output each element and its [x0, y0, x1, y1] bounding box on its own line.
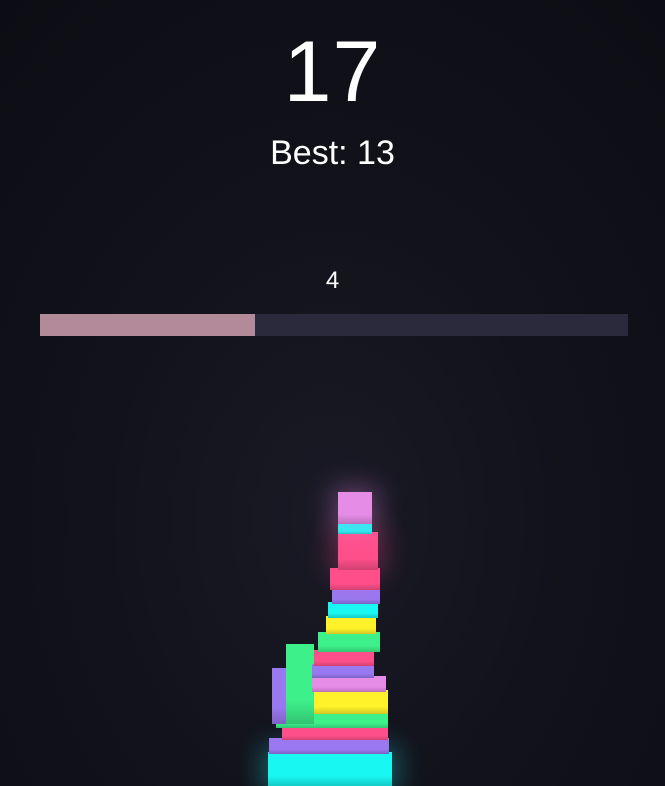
game-screen[interactable]: 17 Best: 13 4 — [0, 0, 665, 786]
block-tower — [0, 0, 665, 786]
tower-block — [318, 632, 380, 652]
tower-block — [338, 524, 372, 534]
tower-block — [312, 664, 374, 678]
tower-block — [312, 676, 386, 692]
tower-block — [269, 738, 389, 754]
tower-block — [332, 588, 380, 604]
tower-block — [338, 532, 378, 570]
tower-block — [286, 644, 314, 724]
tower-block — [328, 602, 378, 618]
tower-block — [314, 650, 374, 666]
tower-block — [338, 492, 372, 524]
tower-block — [326, 616, 376, 634]
tower-block — [282, 726, 388, 740]
tower-block — [268, 752, 392, 786]
tower-block — [310, 690, 388, 714]
tower-block — [272, 668, 286, 724]
tower-block — [330, 568, 380, 590]
